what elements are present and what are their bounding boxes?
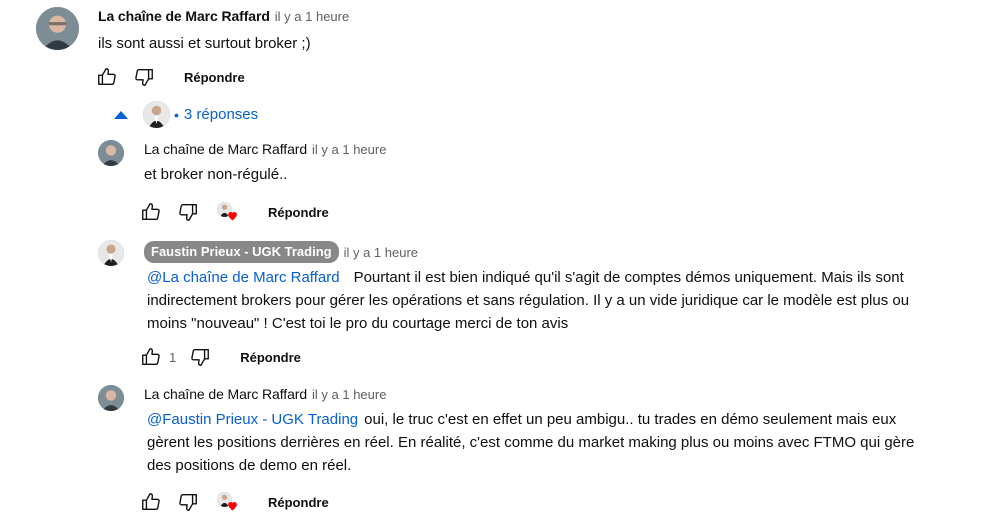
- thumbs-up-icon: [142, 203, 160, 221]
- thumbs-down-icon: [135, 68, 153, 86]
- comment-avatar[interactable]: [36, 7, 79, 50]
- reply-text: et broker non-régulé..: [144, 166, 288, 183]
- reply-header: Faustin Prieux - UGK Trading il y a 1 he…: [144, 241, 418, 263]
- dislike-button[interactable]: [188, 345, 212, 369]
- thumbs-up-icon: [142, 493, 160, 511]
- thumbs-up-icon: [142, 348, 160, 366]
- mention-link[interactable]: @La chaîne de Marc Raffard: [147, 269, 340, 286]
- creator-heart-icon: [217, 201, 239, 223]
- reply-text: @Faustin Prieux - UGK Trading oui, le tru…: [147, 408, 977, 477]
- comment-author[interactable]: La chaîne de Marc Raffard: [98, 8, 270, 24]
- comment-time[interactable]: il y a 1 heure: [275, 9, 349, 24]
- caret-up-icon: [114, 110, 128, 119]
- thumbs-down-icon: [191, 348, 210, 366]
- mention-link[interactable]: @Faustin Prieux - UGK Trading: [147, 411, 358, 428]
- thumbs-up-icon: [98, 68, 116, 86]
- creator-author-badge[interactable]: Faustin Prieux - UGK Trading: [144, 241, 339, 263]
- reply-button[interactable]: Répondre: [268, 495, 329, 510]
- reply-text: @La chaîne de Marc Raffard Pourtant il es…: [147, 266, 977, 335]
- thumbs-down-icon: [179, 493, 197, 511]
- reply-text-line: moins "nouveau" ! C'est toi le pro du co…: [147, 315, 569, 332]
- reply-text-line: indirectement brokers pour gérer les opé…: [147, 292, 910, 309]
- comment-text: ils sont aussi et surtout broker ;): [98, 35, 311, 52]
- reply-avatar[interactable]: [98, 240, 124, 266]
- reply-button[interactable]: Répondre: [240, 350, 301, 365]
- reply-text-segment: oui, le truc c'est en effet un peu ambig…: [364, 411, 897, 428]
- reply-text-line: des positions de demo en réel.: [147, 457, 352, 474]
- dislike-button[interactable]: [176, 200, 200, 224]
- reply-actions: 1 Répondre: [139, 345, 301, 369]
- reply-text-line: gèrent les positions derrières en réel. …: [147, 434, 915, 451]
- reply-button[interactable]: Répondre: [184, 70, 245, 85]
- reply-avatar[interactable]: [98, 140, 124, 166]
- like-button[interactable]: [95, 65, 119, 89]
- reply-time[interactable]: il y a 1 heure: [344, 245, 418, 260]
- reply-author[interactable]: La chaîne de Marc Raffard: [144, 141, 307, 157]
- reply-avatar[interactable]: [98, 385, 124, 411]
- replies-dot: •: [174, 106, 179, 123]
- reply-actions: Répondre: [139, 490, 329, 514]
- reply-header: La chaîne de Marc Raffard il y a 1 heure: [144, 141, 386, 157]
- reply-header: La chaîne de Marc Raffard il y a 1 heure: [144, 386, 386, 402]
- like-count: 1: [169, 349, 177, 365]
- reply-button[interactable]: Répondre: [268, 205, 329, 220]
- like-button[interactable]: [139, 490, 163, 514]
- replies-toggle[interactable]: • 3 réponses: [114, 101, 258, 128]
- dislike-button[interactable]: [176, 490, 200, 514]
- replies-count: 3 réponses: [183, 106, 259, 123]
- reply-time[interactable]: il y a 1 heure: [312, 142, 386, 157]
- like-button[interactable]: [139, 345, 163, 369]
- reply-time[interactable]: il y a 1 heure: [312, 387, 386, 402]
- reply-actions: Répondre: [139, 200, 329, 224]
- reply-text-line: @La chaîne de Marc Raffard Pourtant il es…: [147, 266, 977, 289]
- reply-text-segment: Pourtant il est bien indiqué qu'il s'agi…: [353, 269, 904, 286]
- like-button[interactable]: [139, 200, 163, 224]
- reply-author[interactable]: La chaîne de Marc Raffard: [144, 386, 307, 402]
- dislike-button[interactable]: [132, 65, 156, 89]
- comment-actions: Répondre: [95, 65, 245, 89]
- comment-header: La chaîne de Marc Raffard il y a 1 heure: [98, 8, 349, 24]
- thumbs-down-icon: [179, 203, 197, 221]
- replier-avatar: [143, 101, 170, 128]
- reply-text-line: @Faustin Prieux - UGK Trading oui, le tru…: [147, 408, 977, 431]
- creator-heart-icon: [217, 491, 239, 513]
